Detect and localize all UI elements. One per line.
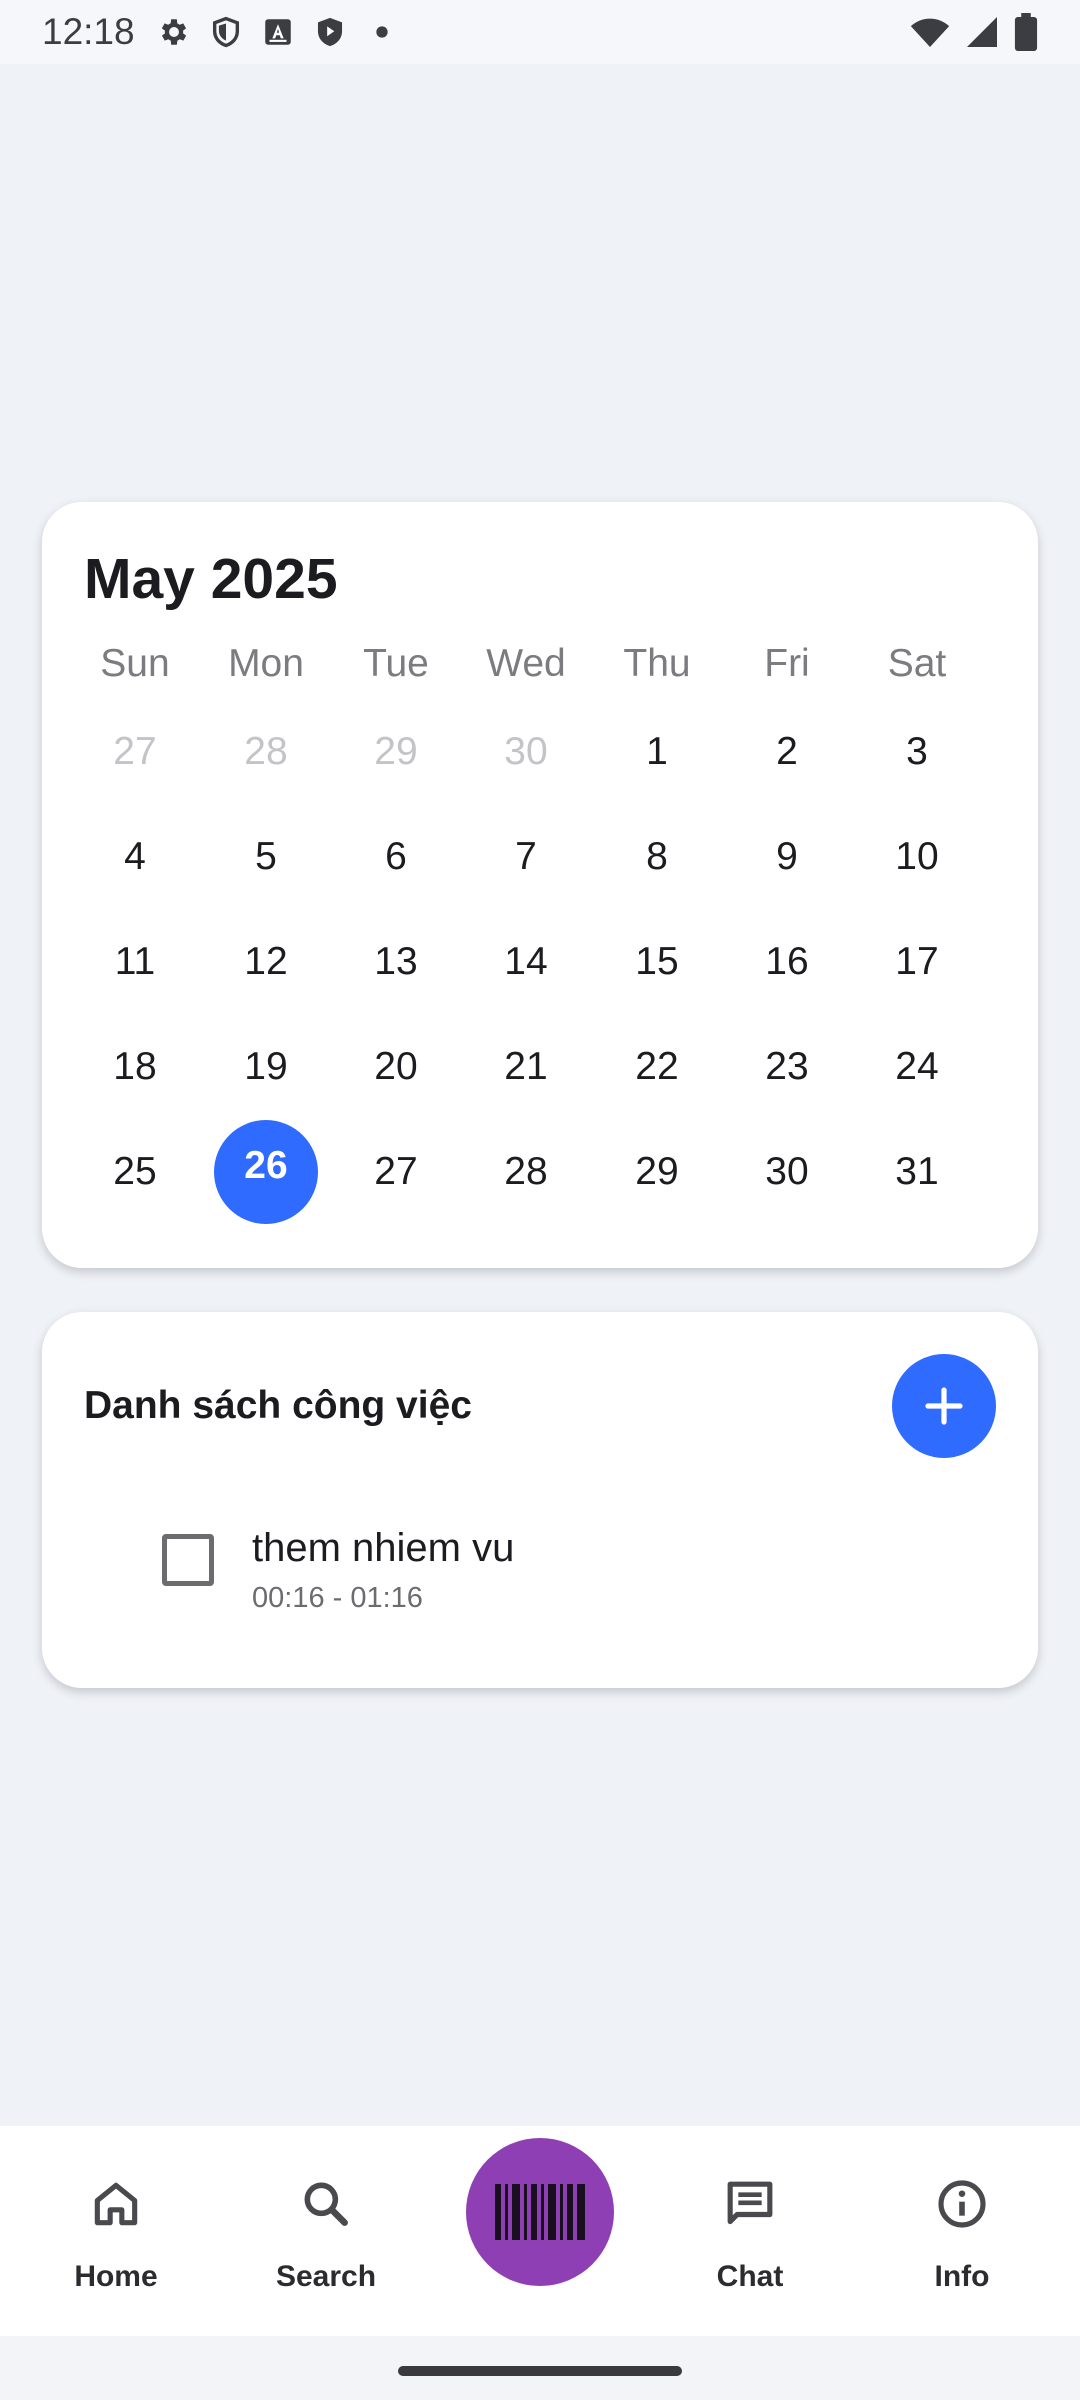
task-list-title: Danh sách công việc xyxy=(84,1384,472,1427)
weekday-label: Mon xyxy=(228,642,304,685)
nav-home-label: Home xyxy=(74,2260,158,2293)
status-left: 12:18 xyxy=(42,11,399,53)
calendar-day[interactable]: 5 xyxy=(214,805,318,909)
calendar-day[interactable]: 23 xyxy=(735,1015,839,1119)
calendar-day[interactable]: 8 xyxy=(605,805,709,909)
nav-info[interactable]: Info xyxy=(882,2176,1042,2316)
shield-icon xyxy=(212,16,239,48)
weekday-label: Sun xyxy=(100,642,170,685)
search-icon xyxy=(304,2182,348,2226)
weekday-label: Sat xyxy=(887,642,947,685)
calendar-day[interactable]: 28 xyxy=(474,1120,578,1224)
calendar-day[interactable]: 9 xyxy=(735,805,839,909)
calendar-day[interactable]: 13 xyxy=(344,910,448,1014)
task-name: them nhiem vu xyxy=(252,1526,515,1570)
calendar-day[interactable]: 3 xyxy=(865,700,969,804)
calendar-day[interactable]: 15 xyxy=(605,910,709,1014)
status-right xyxy=(910,12,1038,52)
nav-chat-label: Chat xyxy=(716,2260,784,2293)
status-time: 12:18 xyxy=(42,11,135,52)
nav-chat[interactable]: Chat xyxy=(670,2176,830,2316)
calendar-day[interactable]: 28 xyxy=(214,700,318,804)
battery-icon xyxy=(1014,13,1038,51)
calendar-day[interactable]: 4 xyxy=(83,805,187,909)
chat-icon xyxy=(727,2181,773,2225)
calendar-day[interactable]: 29 xyxy=(605,1120,709,1224)
calendar-day[interactable]: 2 xyxy=(735,700,839,804)
calendar-day[interactable]: 16 xyxy=(735,910,839,1014)
calendar-day[interactable]: 24 xyxy=(865,1015,969,1119)
calendar-day[interactable]: 31 xyxy=(865,1120,969,1224)
wifi-icon xyxy=(910,18,950,47)
weekday-row: Sun Mon Tue Wed Thu Fri Sat xyxy=(42,642,1038,702)
calendar-day[interactable]: 10 xyxy=(865,805,969,909)
calendar-day[interactable]: 1 xyxy=(605,700,709,804)
calendar-day[interactable]: 7 xyxy=(474,805,578,909)
task-list-card: Danh sách công việc them nhiem vu 00:16 … xyxy=(42,1312,1038,1688)
barcode-icon xyxy=(495,2184,585,2240)
weekday-label: Thu xyxy=(623,642,691,685)
calendar-day[interactable]: 14 xyxy=(474,910,578,1014)
plus-icon xyxy=(925,1387,963,1425)
info-icon xyxy=(938,2180,986,2228)
calendar-day[interactable]: 27 xyxy=(344,1120,448,1224)
nav-home[interactable]: Home xyxy=(36,2176,196,2316)
status-bar: 12:18 xyxy=(0,0,1080,64)
shield-play-icon xyxy=(317,17,342,47)
add-task-button[interactable] xyxy=(892,1354,996,1458)
calendar-day[interactable]: 17 xyxy=(865,910,969,1014)
calendar-day[interactable]: 20 xyxy=(344,1015,448,1119)
gear-icon xyxy=(161,19,186,45)
scan-barcode-button[interactable] xyxy=(466,2138,614,2286)
month-title: May 2025 xyxy=(84,547,338,611)
nav-info-label: Info xyxy=(934,2260,990,2293)
calendar-day[interactable]: 19 xyxy=(214,1015,318,1119)
calendar-day[interactable]: 30 xyxy=(735,1120,839,1224)
calendar-card: May 2025 Sun Mon Tue Wed Thu Fri Sat 27 28 29 30 1… xyxy=(42,502,1038,1268)
signal-icon xyxy=(967,17,997,47)
dot-icon xyxy=(375,26,388,38)
task-item[interactable]: them nhiem vu 00:16 - 01:16 xyxy=(120,1512,1000,1622)
calendar-day[interactable]: 21 xyxy=(474,1015,578,1119)
calendar-day[interactable]: 18 xyxy=(83,1015,187,1119)
home-icon xyxy=(94,2182,138,2226)
weekday-label: Fri xyxy=(764,642,810,685)
calendar-day[interactable]: 27 xyxy=(83,700,187,804)
weekday-label: Wed xyxy=(486,642,566,685)
task-time: 00:16 - 01:16 xyxy=(252,1582,423,1614)
calendar-day[interactable]: 11 xyxy=(83,910,187,1014)
home-indicator[interactable] xyxy=(398,2366,682,2376)
calendar-day[interactable]: 22 xyxy=(605,1015,709,1119)
gesture-area xyxy=(0,2336,1080,2400)
calendar-day[interactable]: 29 xyxy=(344,700,448,804)
task-checkbox[interactable] xyxy=(162,1534,214,1586)
calendar-day-selected[interactable]: 26 xyxy=(214,1120,318,1224)
nav-search[interactable]: Search xyxy=(246,2176,406,2316)
nav-search-label: Search xyxy=(275,2260,377,2293)
calendar-day[interactable]: 12 xyxy=(214,910,318,1014)
calendar-day[interactable]: 30 xyxy=(474,700,578,804)
font-icon xyxy=(264,19,291,45)
calendar-day[interactable]: 6 xyxy=(344,805,448,909)
calendar-day[interactable]: 25 xyxy=(83,1120,187,1224)
weekday-label: Tue xyxy=(363,642,429,685)
